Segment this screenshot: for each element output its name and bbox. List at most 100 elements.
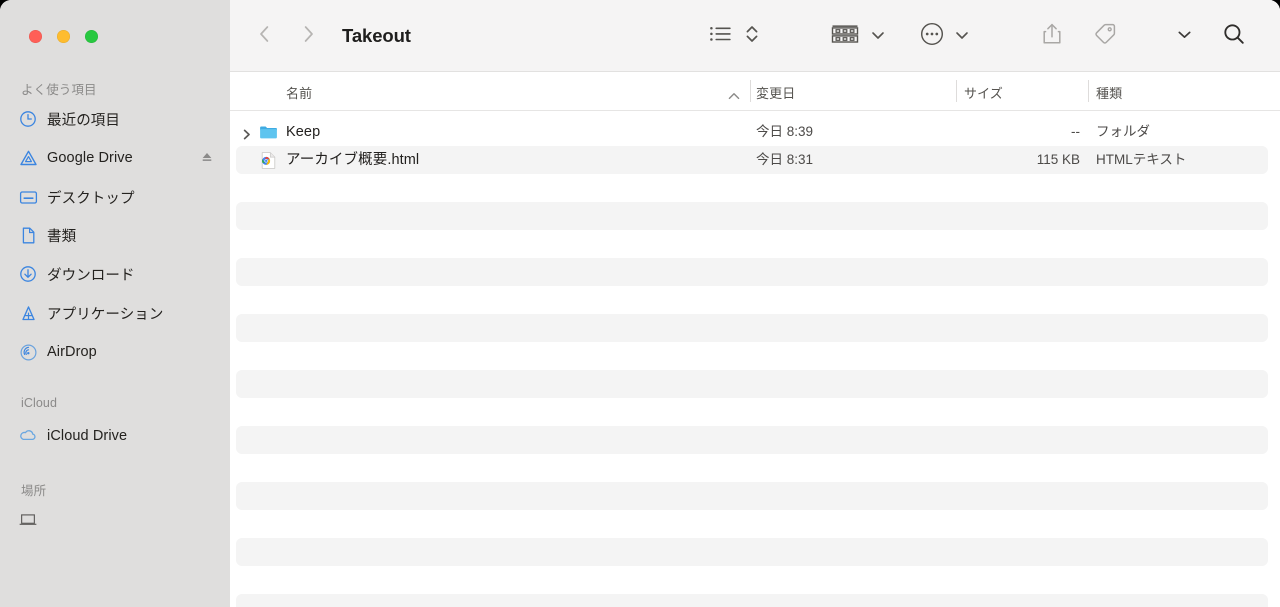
sidebar: よく使う項目 最近の項目 Google Drive デスクトップ 書類 ダウンロ… [0, 0, 230, 607]
zoom-button[interactable] [85, 30, 98, 43]
row-background [236, 594, 1268, 607]
row-background [236, 314, 1268, 342]
search-button[interactable] [1218, 20, 1250, 52]
sidebar-item-label: Google Drive [47, 150, 133, 166]
list-view-icon [709, 24, 733, 49]
sidebar-section-icloud-label: iCloud [21, 396, 58, 410]
cloud-icon [18, 426, 38, 446]
sidebar-item-label: デスクトップ [47, 190, 135, 207]
empty-table-row [230, 370, 1280, 398]
forward-button[interactable] [292, 20, 324, 52]
sidebar-item-google-drive[interactable]: Google Drive [12, 145, 220, 171]
empty-table-row [230, 482, 1280, 510]
row-background [236, 230, 1268, 258]
empty-table-row [230, 398, 1280, 426]
sidebar-item-recents[interactable]: 最近の項目 [12, 106, 220, 132]
sidebar-item-applications[interactable]: アプリケーション [12, 300, 220, 326]
sidebar-item-airdrop[interactable]: AirDrop [12, 339, 220, 365]
chevron-down-icon [955, 27, 969, 45]
column-header-row: 名前 変更日 サイズ 種類 [230, 72, 1280, 111]
row-background [236, 370, 1268, 398]
column-header-kind[interactable]: 種類 [1096, 83, 1122, 102]
sidebar-item-label: iCloud Drive [47, 428, 128, 444]
sidebar-item-desktop[interactable]: デスクトップ [12, 184, 220, 210]
sort-ascending-icon [728, 87, 740, 100]
table-row[interactable]: Keep 今日 8:39 -- フォルダ [230, 118, 1280, 146]
row-date-cell: 今日 8:31 [756, 152, 814, 167]
row-background [236, 174, 1268, 202]
tag-button[interactable] [1089, 20, 1121, 52]
sidebar-item-documents[interactable]: 書類 [12, 222, 220, 248]
column-header-size[interactable]: サイズ [964, 83, 1003, 102]
tag-icon [1093, 22, 1117, 51]
view-as-list-button[interactable] [706, 20, 736, 52]
table-row[interactable]: アーカイブ概要.html 今日 8:31 115 KB HTMLテキスト [230, 146, 1280, 174]
chevron-down-icon [1177, 27, 1192, 45]
row-background [236, 342, 1268, 370]
sidebar-item-downloads[interactable]: ダウンロード [12, 261, 220, 287]
sort-updown-icon [744, 23, 760, 50]
column-header-name[interactable]: 名前 [286, 83, 312, 102]
finder-window: よく使う項目 最近の項目 Google Drive デスクトップ 書類 ダウンロ… [0, 0, 1280, 607]
empty-table-row [230, 286, 1280, 314]
row-kind-cell: HTMLテキスト [1096, 152, 1187, 167]
page-title: Takeout [342, 25, 411, 46]
column-divider[interactable] [1088, 80, 1089, 102]
sort-order-button[interactable] [741, 20, 763, 52]
toolbar-overflow-button[interactable] [1173, 20, 1195, 52]
desktop-icon [18, 187, 38, 207]
group-by-chevron-button[interactable] [868, 20, 888, 52]
empty-table-row [230, 510, 1280, 538]
sidebar-item-label: アプリケーション [47, 306, 164, 323]
empty-table-row [230, 454, 1280, 482]
sidebar-item-icloud-drive[interactable]: iCloud Drive [12, 423, 220, 449]
sidebar-item-label: 書類 [47, 228, 77, 245]
row-background [236, 538, 1268, 566]
sidebar-item-label: 最近の項目 [47, 112, 120, 129]
content-area: Takeout 名前 変更日 サイズ 種類 Keep 今日 8:39 -- フォ… [230, 0, 1280, 607]
empty-table-row [230, 566, 1280, 594]
file-list[interactable]: Keep 今日 8:39 -- フォルダ アーカイブ概要.html 今日 8:3… [230, 111, 1280, 607]
airdrop-icon [18, 342, 38, 362]
laptop-icon [18, 510, 38, 530]
sidebar-item-computer[interactable] [12, 507, 220, 533]
file-name-label: アーカイブ概要.html [286, 152, 420, 168]
eject-icon[interactable] [200, 150, 214, 164]
folder-icon [259, 123, 278, 142]
search-icon [1222, 22, 1246, 51]
row-background [236, 482, 1268, 510]
column-divider[interactable] [956, 80, 957, 102]
empty-table-row [230, 426, 1280, 454]
row-background [236, 510, 1268, 538]
more-actions-button[interactable] [916, 20, 948, 52]
row-background [236, 398, 1268, 426]
minimize-button[interactable] [57, 30, 70, 43]
sidebar-item-label: ダウンロード [47, 267, 135, 284]
download-icon [18, 264, 38, 284]
empty-table-row [230, 174, 1280, 202]
ellipsis-circle-icon [920, 22, 944, 51]
row-background [236, 202, 1268, 230]
chrome-html-document-icon [259, 151, 278, 170]
empty-table-row [230, 594, 1280, 607]
empty-table-row [230, 314, 1280, 342]
more-actions-chevron-button[interactable] [952, 20, 972, 52]
row-background [236, 426, 1268, 454]
column-divider[interactable] [750, 80, 751, 102]
group-by-button[interactable] [828, 20, 862, 52]
chevron-down-icon [871, 27, 885, 45]
row-kind-cell: フォルダ [1096, 124, 1150, 139]
back-button[interactable] [248, 20, 280, 52]
close-button[interactable] [29, 30, 42, 43]
share-button[interactable] [1036, 20, 1068, 52]
google-drive-icon [18, 148, 38, 168]
group-by-icon [830, 23, 860, 50]
row-background [236, 566, 1268, 594]
disclosure-triangle-icon[interactable] [242, 127, 252, 140]
row-background [236, 258, 1268, 286]
sidebar-item-label: AirDrop [47, 344, 97, 360]
share-icon [1041, 22, 1063, 51]
row-size-cell: 115 KB [1036, 152, 1080, 167]
column-header-date-modified[interactable]: 変更日 [756, 83, 795, 102]
row-background [236, 286, 1268, 314]
